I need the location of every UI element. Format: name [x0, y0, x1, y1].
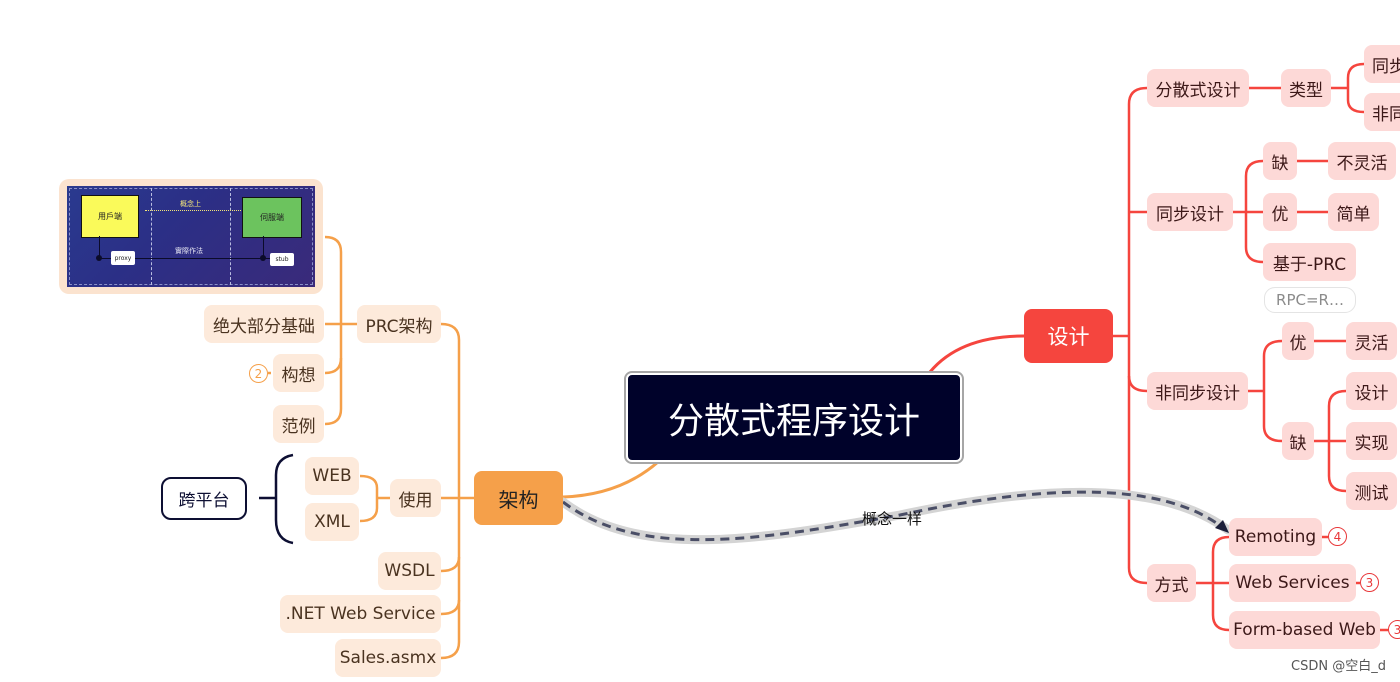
topic-async-pros[interactable]: 优	[1282, 322, 1314, 360]
topic-form-based-web[interactable]: Form-based Web	[1229, 611, 1380, 649]
topic-sync-pros[interactable]: 优	[1263, 193, 1297, 231]
topic-sales-asmx[interactable]: Sales.asmx	[335, 639, 441, 677]
topic-majority-foundation[interactable]: 绝大部分基础	[204, 305, 324, 343]
topic-type-sync[interactable]: 同步	[1364, 45, 1400, 83]
topic-async-design[interactable]: 非同步设计	[1147, 372, 1248, 410]
topic-xml[interactable]: XML	[305, 503, 359, 541]
central-topic[interactable]: 分散式程序设计	[624, 371, 964, 464]
actual-label: 實際作法	[175, 247, 203, 255]
topic-sync-cons[interactable]: 缺	[1263, 142, 1297, 180]
topic-prc-architecture[interactable]: PRC架构	[357, 305, 441, 343]
diagram-divider	[151, 188, 152, 285]
topic-async-cons[interactable]: 缺	[1282, 422, 1314, 460]
topic-example[interactable]: 范例	[273, 405, 324, 443]
topic-design[interactable]: 设计	[1024, 309, 1113, 363]
topic-based-on-prc[interactable]: 基于-PRC	[1263, 243, 1356, 281]
topic-architecture[interactable]: 架构	[474, 471, 563, 525]
concept-arrow	[145, 210, 241, 211]
link-central-design	[928, 334, 1025, 373]
relationship-label[interactable]: 概念一样	[862, 508, 922, 529]
diagram-divider	[230, 188, 231, 285]
topic-web-services[interactable]: Web Services	[1229, 564, 1356, 602]
task-priority-badge: 3	[1388, 620, 1400, 639]
concept-label: 概念上	[180, 200, 201, 208]
topic-use[interactable]: 使用	[390, 479, 441, 517]
topic-flexible[interactable]: 灵活	[1346, 322, 1397, 360]
topic-wsdl[interactable]: WSDL	[378, 552, 441, 590]
task-priority-badge: 3	[1360, 573, 1379, 592]
topic-distributed-design[interactable]: 分散式设计	[1147, 69, 1249, 107]
client-dot	[96, 255, 102, 261]
topic-simple[interactable]: 简单	[1328, 193, 1379, 231]
rpc-diagram-image: 用戶端 伺服端 概念上 實際作法 proxy stub	[67, 186, 315, 287]
topic-inflexible[interactable]: 不灵活	[1328, 142, 1396, 180]
topic-type-async[interactable]: 非同	[1364, 93, 1400, 131]
topic-testing[interactable]: 测试	[1346, 472, 1397, 510]
task-priority-badge: 2	[249, 364, 268, 383]
topic-web[interactable]: WEB	[305, 457, 359, 495]
server-dot	[260, 255, 266, 261]
proxy-box: proxy	[111, 251, 135, 265]
topic-remoting[interactable]: Remoting	[1229, 518, 1322, 556]
summary-cross-platform[interactable]: 跨平台	[161, 477, 247, 520]
note-rpc[interactable]: RPC=R…	[1264, 287, 1356, 313]
topic-sync-design[interactable]: 同步设计	[1147, 193, 1233, 231]
topic-type[interactable]: 类型	[1281, 69, 1331, 107]
topic-async-design-item[interactable]: 设计	[1346, 372, 1397, 410]
topic-image-rpc-diagram[interactable]: 用戶端 伺服端 概念上 實際作法 proxy stub	[59, 179, 323, 294]
task-priority-badge: 4	[1328, 527, 1347, 546]
summary-bracket	[259, 453, 294, 545]
watermark: CSDN @空白_d	[1291, 659, 1386, 674]
stub-box: stub	[270, 253, 294, 266]
server-box: 伺服端	[242, 197, 302, 238]
topic-concept[interactable]: 构想	[273, 354, 324, 392]
topic-implementation[interactable]: 实现	[1346, 422, 1397, 460]
client-box: 用戶端	[81, 195, 139, 238]
topic-method[interactable]: 方式	[1147, 564, 1196, 602]
topic-net-web-service[interactable]: .NET Web Service	[280, 595, 441, 633]
link-central-architecture	[562, 460, 659, 499]
